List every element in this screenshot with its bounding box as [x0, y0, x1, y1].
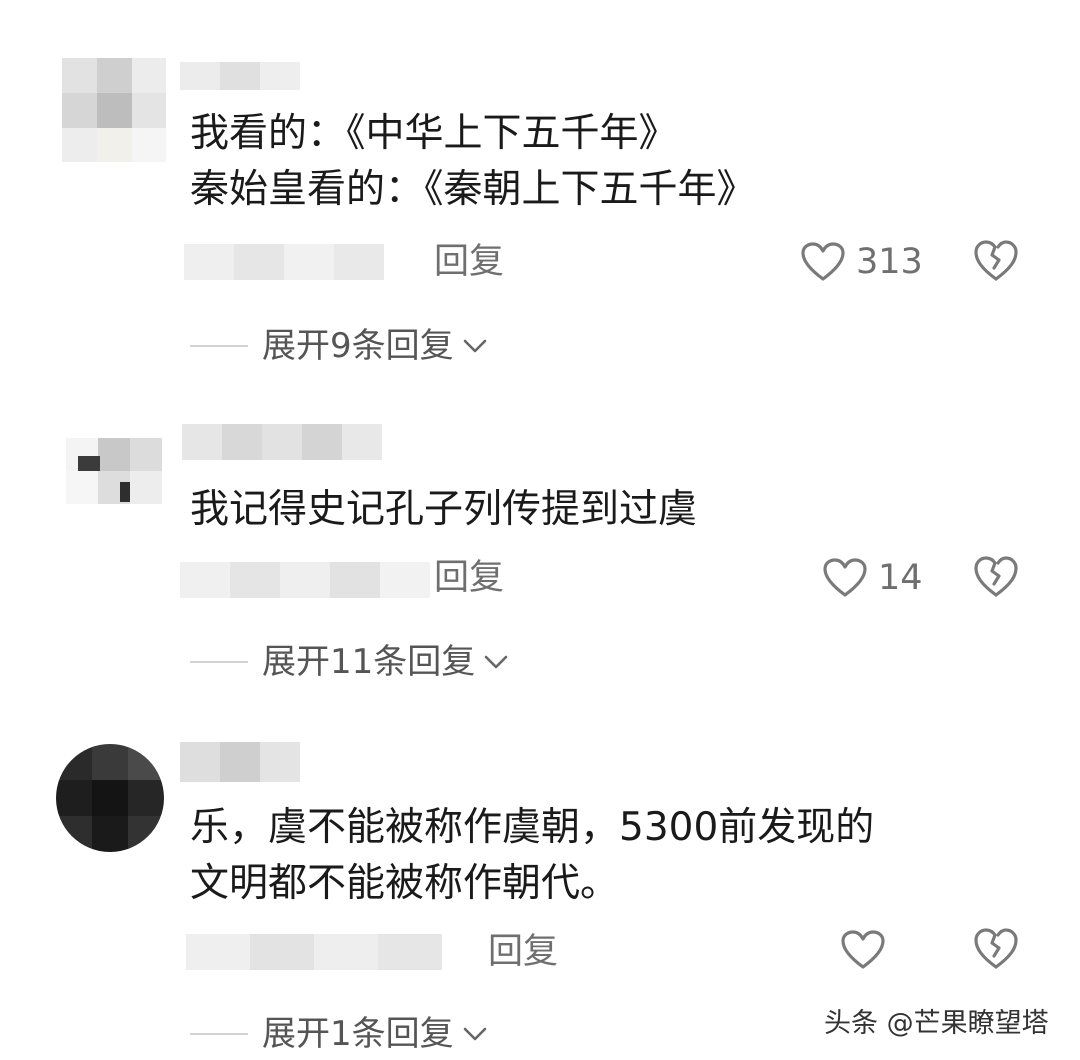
dislike-button[interactable]	[972, 554, 1020, 600]
comment-line: 秦始皇看的：《秦朝上下五千年》	[190, 167, 756, 212]
like-count: 313	[856, 242, 923, 282]
comment-text: 我记得史记孔子列传提到过虞	[190, 482, 697, 538]
broken-heart-icon	[974, 556, 1018, 597]
comment-line: 乐，虞不能被称作虞朝，5300前发现的	[190, 805, 875, 850]
chevron-down-icon	[463, 339, 486, 353]
expand-replies-label: 展开9条回复	[262, 326, 454, 366]
expand-replies[interactable]: 展开11条回复	[190, 640, 509, 684]
avatar[interactable]	[66, 438, 162, 504]
dislike-button[interactable]	[972, 238, 1020, 284]
timestamp-blurred	[186, 934, 442, 970]
divider	[190, 1033, 248, 1035]
like-button[interactable]	[840, 928, 896, 972]
username-blurred[interactable]	[180, 742, 300, 782]
username-blurred[interactable]	[182, 424, 382, 460]
heart-outline-icon	[801, 242, 845, 281]
dislike-button[interactable]	[972, 926, 1020, 972]
comment-line: 文明都不能被称作朝代。	[190, 861, 620, 906]
avatar[interactable]	[62, 58, 166, 162]
comment-item: 我记得史记孔子列传提到过虞 回复 14 展开11条回复	[0, 390, 1080, 710]
expand-replies-label: 展开1条回复	[262, 1014, 454, 1054]
reply-button[interactable]: 回复	[434, 242, 504, 282]
like-button[interactable]: 313	[800, 240, 923, 284]
divider	[190, 661, 248, 663]
heart-outline-icon	[841, 930, 885, 969]
like-button[interactable]: 14	[822, 556, 923, 600]
comment-line: 我看的：《中华上下五千年》	[190, 111, 678, 156]
reply-button[interactable]: 回复	[434, 558, 504, 598]
reply-button[interactable]: 回复	[488, 932, 558, 972]
expand-replies-label: 展开11条回复	[262, 642, 476, 682]
heart-outline-icon	[823, 558, 867, 597]
expand-replies[interactable]: 展开1条回复	[190, 1012, 488, 1056]
expand-replies[interactable]: 展开9条回复	[190, 324, 488, 368]
comment-text: 我看的：《中华上下五千年》 秦始皇看的：《秦朝上下五千年》	[190, 106, 756, 218]
divider	[190, 345, 248, 347]
broken-heart-icon	[974, 928, 1018, 969]
chevron-down-icon	[484, 655, 508, 669]
broken-heart-icon	[974, 240, 1018, 281]
timestamp-blurred	[180, 562, 430, 598]
comment-item: 我看的：《中华上下五千年》 秦始皇看的：《秦朝上下五千年》 回复 313 展开9…	[0, 0, 1080, 390]
watermark: 头条 @芒果瞭望塔	[824, 1008, 1049, 1039]
chevron-down-icon	[463, 1027, 486, 1041]
timestamp-blurred	[184, 244, 384, 280]
comment-line: 我记得史记孔子列传提到过虞	[190, 487, 698, 532]
avatar[interactable]	[56, 744, 164, 852]
comment-text: 乐，虞不能被称作虞朝，5300前发现的 文明都不能被称作朝代。	[190, 800, 874, 912]
like-count: 14	[878, 558, 923, 598]
username-blurred[interactable]	[180, 62, 300, 90]
